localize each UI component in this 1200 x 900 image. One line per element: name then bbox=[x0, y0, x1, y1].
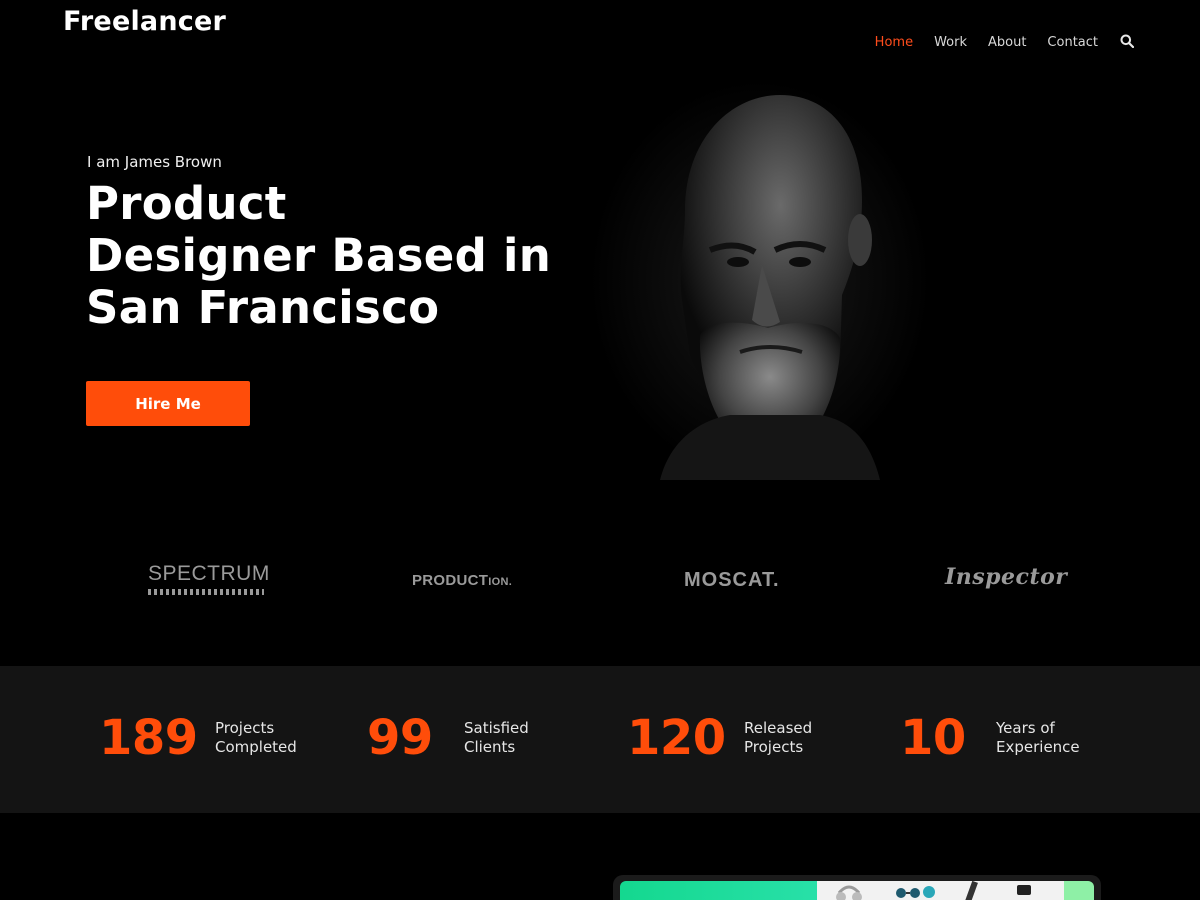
main-nav: Home Work About Contact bbox=[875, 34, 1136, 50]
stat-label-line-1: Years of bbox=[996, 719, 1055, 737]
search-icon[interactable] bbox=[1120, 34, 1136, 50]
nav-contact[interactable]: Contact bbox=[1047, 35, 1098, 50]
stat-released-projects: 120 Released Projects bbox=[627, 710, 854, 766]
stat-label-line-2: Completed bbox=[215, 738, 297, 756]
stat-number: 189 bbox=[99, 710, 198, 766]
logo-production-main: PRODUCT bbox=[412, 572, 489, 589]
logo-production-small: ION. bbox=[488, 576, 513, 588]
brand-logo[interactable]: Freelancer bbox=[63, 6, 226, 37]
stat-label-line-1: Satisfied bbox=[464, 719, 529, 737]
stat-projects-completed: 189 Projects Completed bbox=[99, 710, 325, 766]
stat-number: 120 bbox=[627, 710, 726, 766]
stat-label: Years of Experience bbox=[996, 719, 1106, 757]
hero-section: I am James Brown Product Designer Based … bbox=[0, 80, 1200, 520]
preview-mint-panel bbox=[1064, 881, 1094, 900]
client-logos: SPECTRUM PRODUCTION. MOSCAT. Inspector bbox=[0, 540, 1200, 630]
stat-satisfied-clients: 99 Satisfied Clients bbox=[367, 710, 574, 766]
preview-product-panel bbox=[817, 881, 1064, 900]
stat-label: Projects Completed bbox=[215, 719, 325, 757]
portfolio-preview-card[interactable] bbox=[613, 875, 1101, 900]
site-header: Freelancer Home Work About Contact bbox=[0, 0, 1200, 80]
hero-headline: Product Designer Based in San Francisco bbox=[86, 178, 606, 334]
preview-green-panel bbox=[620, 881, 817, 900]
stat-label-line-1: Released bbox=[744, 719, 813, 737]
nav-home[interactable]: Home bbox=[875, 35, 913, 50]
stat-label-line-2: Projects bbox=[744, 738, 804, 756]
headline-line-3: San Francisco bbox=[86, 281, 440, 334]
portrait-photo bbox=[590, 80, 930, 480]
logo-spectrum-bars bbox=[148, 589, 264, 595]
stat-label-line-2: Experience bbox=[996, 738, 1080, 756]
portfolio-preview-image bbox=[620, 881, 1094, 900]
stat-number: 10 bbox=[900, 710, 966, 766]
hire-me-button[interactable]: Hire Me bbox=[86, 381, 250, 426]
logo-spectrum-text: SPECTRUM bbox=[148, 562, 270, 585]
hero-eyebrow: I am James Brown bbox=[87, 153, 222, 171]
headline-line-1: Product bbox=[86, 177, 287, 230]
nav-work[interactable]: Work bbox=[934, 35, 967, 50]
logo-inspector: Inspector bbox=[945, 564, 1068, 590]
stat-number: 99 bbox=[367, 710, 433, 766]
nav-about[interactable]: About bbox=[988, 35, 1026, 50]
stat-label: Satisfied Clients bbox=[464, 719, 574, 757]
logo-production: PRODUCTION. bbox=[412, 572, 512, 589]
stat-label-line-1: Projects bbox=[215, 719, 275, 737]
stat-years-experience: 10 Years of Experience bbox=[900, 710, 1106, 766]
stat-label-line-2: Clients bbox=[464, 738, 516, 756]
headline-line-2: Designer Based in bbox=[86, 229, 552, 282]
logo-spectrum: SPECTRUM bbox=[148, 562, 270, 595]
logo-moscat: MOSCAT. bbox=[684, 569, 780, 591]
stat-label: Released Projects bbox=[744, 719, 854, 757]
stats-band: 189 Projects Completed 99 Satisfied Client… bbox=[0, 666, 1200, 813]
